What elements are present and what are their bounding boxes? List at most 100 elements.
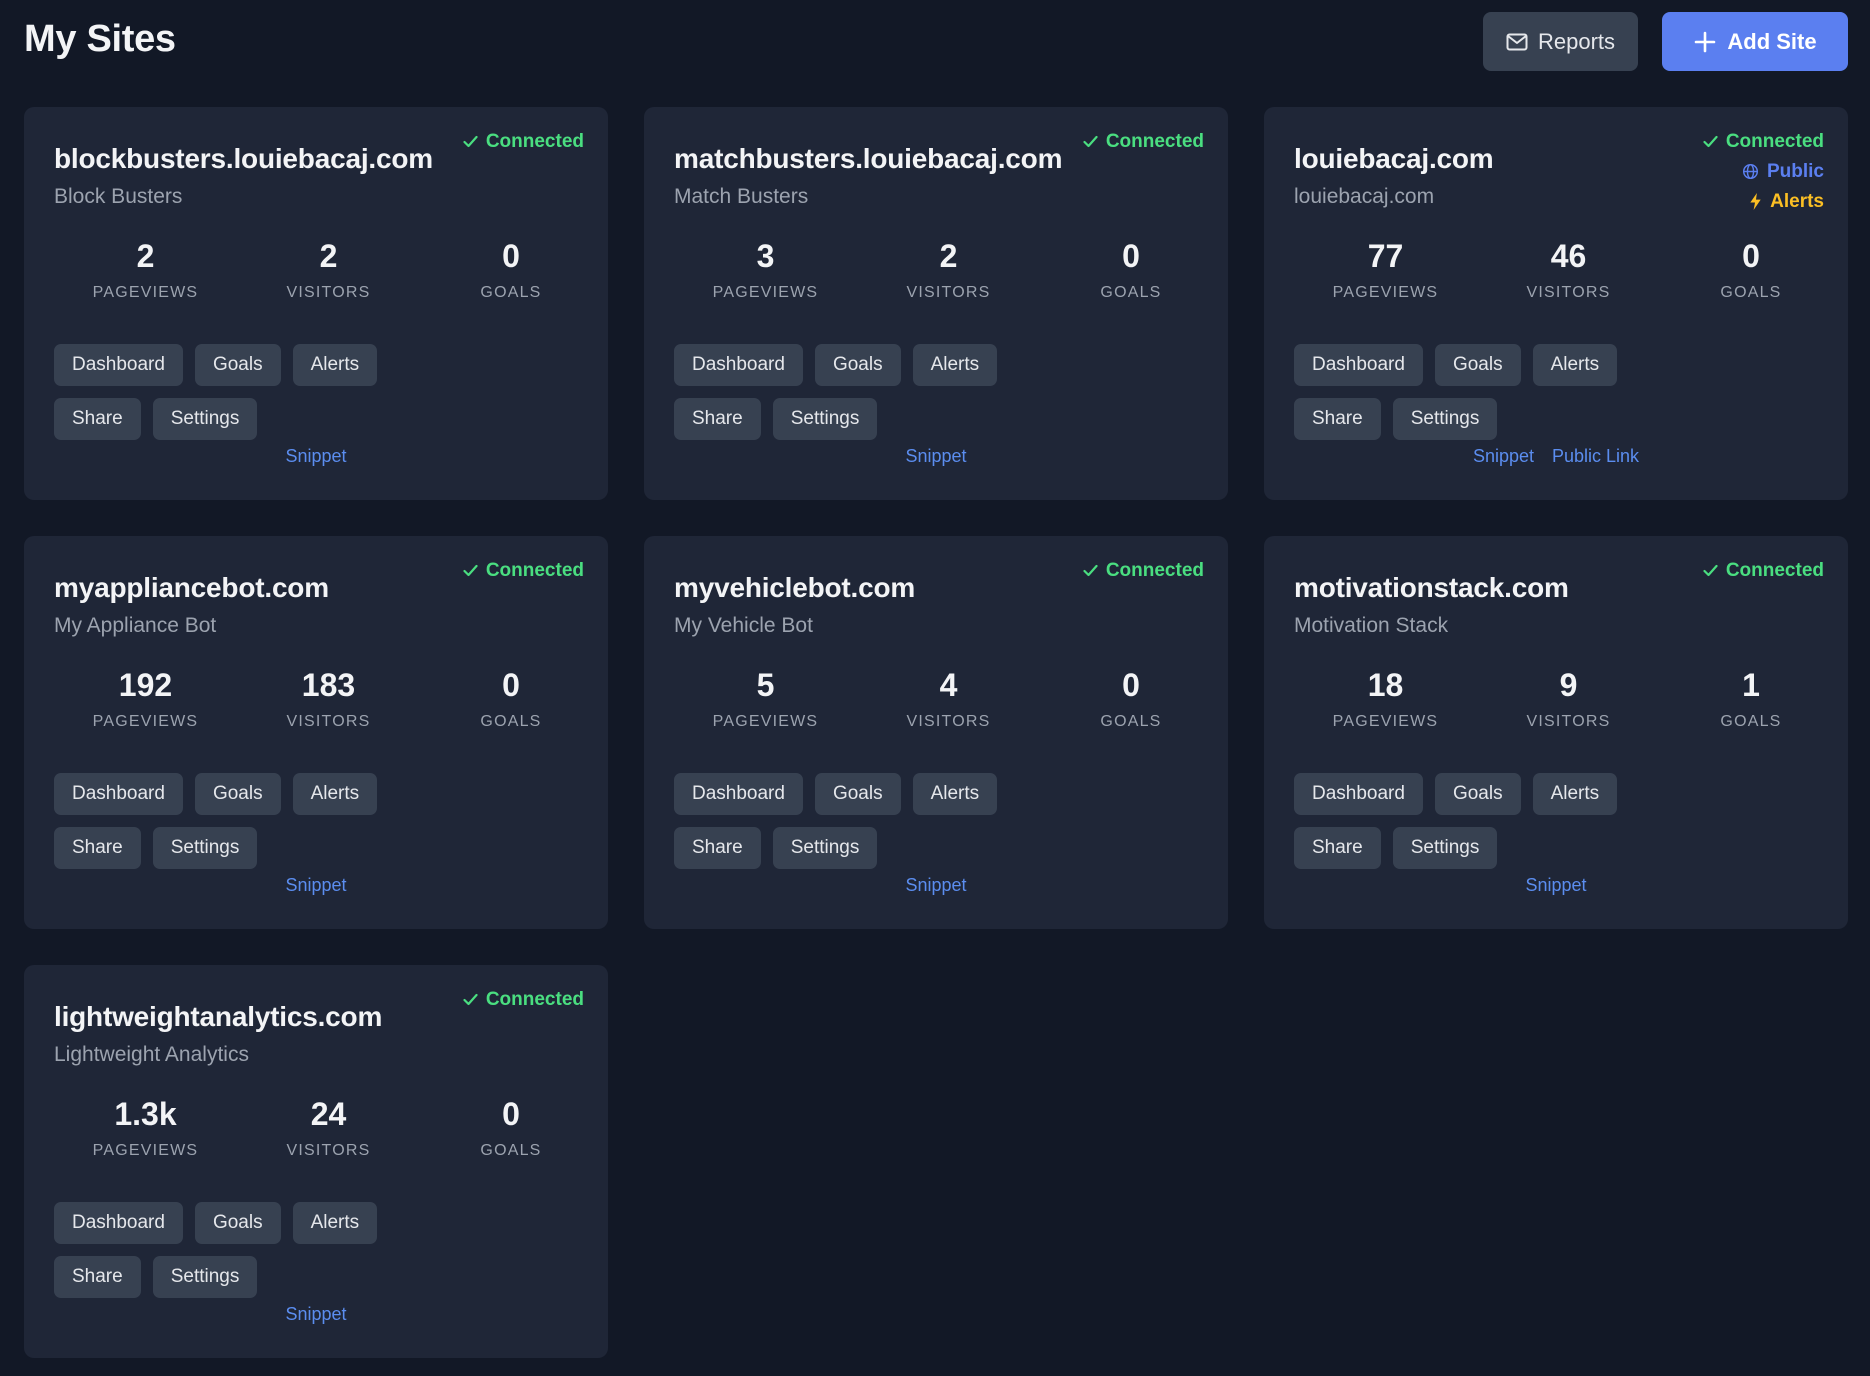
connected-label: Connected xyxy=(485,989,584,1010)
pageviews-value: 2 xyxy=(136,238,155,274)
visitors-value: 183 xyxy=(301,667,356,703)
page-header: My Sites Reports Add Site xyxy=(0,0,1870,106)
share-button[interactable]: Share xyxy=(674,827,761,869)
card-links: Snippet xyxy=(1264,875,1848,896)
stat-pageviews: 77 PAGEVIEWS xyxy=(1294,238,1477,302)
dashboard-button[interactable]: Dashboard xyxy=(1294,773,1423,815)
stat-pageviews: 18 PAGEVIEWS xyxy=(1294,667,1477,731)
stats-row: 192 PAGEVIEWS 183 VISITORS 0 GOALS xyxy=(54,667,602,731)
settings-button[interactable]: Settings xyxy=(152,1256,258,1298)
share-button[interactable]: Share xyxy=(54,1256,141,1298)
goals-value: 0 xyxy=(1122,238,1140,274)
alerts-button[interactable]: Alerts xyxy=(912,773,998,815)
dashboard-button[interactable]: Dashboard xyxy=(674,773,803,815)
page-title: My Sites xyxy=(24,18,176,60)
alerts-button[interactable]: Alerts xyxy=(292,773,378,815)
stat-visitors: 4 VISITORS xyxy=(857,667,1040,731)
alerts-button[interactable]: Alerts xyxy=(1532,773,1618,815)
goals-label: GOALS xyxy=(480,713,542,730)
public-link[interactable]: Public Link xyxy=(1552,446,1639,467)
status-list: Connected Public Alerts xyxy=(1703,131,1824,212)
stat-goals: 0 GOALS xyxy=(1660,238,1842,302)
goals-button[interactable]: Goals xyxy=(814,344,901,386)
dashboard-button[interactable]: Dashboard xyxy=(54,773,183,815)
pageviews-value: 5 xyxy=(756,667,775,703)
visitors-value: 4 xyxy=(939,667,958,703)
stat-pageviews: 3 PAGEVIEWS xyxy=(674,238,857,302)
add-site-button[interactable]: Add Site xyxy=(1662,12,1848,71)
action-buttons: Dashboard Goals Alerts Share Settings xyxy=(1294,344,1714,440)
site-domain: blockbusters.louiebacaj.com xyxy=(54,143,433,174)
stat-pageviews: 2 PAGEVIEWS xyxy=(54,238,237,302)
alerts-button[interactable]: Alerts xyxy=(912,344,998,386)
site-domain: matchbusters.louiebacaj.com xyxy=(674,143,1063,174)
alerts-button[interactable]: Alerts xyxy=(1532,344,1618,386)
settings-button[interactable]: Settings xyxy=(152,398,258,440)
check-icon xyxy=(1083,564,1098,577)
pageviews-value: 18 xyxy=(1367,667,1404,703)
site-card-blockbusters-louiebacaj-com: blockbusters.louiebacaj.com Block Buster… xyxy=(24,107,608,500)
connected-label: Connected xyxy=(485,560,584,581)
goals-button[interactable]: Goals xyxy=(194,344,281,386)
settings-button[interactable]: Settings xyxy=(1392,827,1498,869)
share-button[interactable]: Share xyxy=(1294,827,1381,869)
stat-visitors: 2 VISITORS xyxy=(237,238,420,302)
settings-button[interactable]: Settings xyxy=(772,398,878,440)
snippet-link[interactable]: Snippet xyxy=(905,446,966,467)
check-icon xyxy=(463,993,478,1006)
snippet-link[interactable]: Snippet xyxy=(285,875,346,896)
card-links: Snippet xyxy=(644,446,1228,467)
pageviews-label: PAGEVIEWS xyxy=(1332,284,1439,301)
dashboard-button[interactable]: Dashboard xyxy=(54,1202,183,1244)
goals-label: GOALS xyxy=(1100,713,1162,730)
goals-label: GOALS xyxy=(1720,284,1782,301)
visitors-value: 46 xyxy=(1550,238,1587,274)
site-card-louiebacaj-com: louiebacaj.com louiebacaj.com Connected xyxy=(1264,107,1848,500)
status-list: Connected xyxy=(1083,560,1204,581)
mail-icon xyxy=(1506,33,1528,51)
action-buttons: Dashboard Goals Alerts Share Settings xyxy=(54,773,474,869)
goals-button[interactable]: Goals xyxy=(194,773,281,815)
goals-value: 0 xyxy=(502,1096,520,1132)
action-buttons: Dashboard Goals Alerts Share Settings xyxy=(54,344,474,440)
alerts-status: Alerts xyxy=(1749,191,1824,212)
dashboard-button[interactable]: Dashboard xyxy=(674,344,803,386)
goals-button[interactable]: Goals xyxy=(814,773,901,815)
status-list: Connected xyxy=(1083,131,1204,152)
snippet-link[interactable]: Snippet xyxy=(1525,875,1586,896)
pageviews-label: PAGEVIEWS xyxy=(92,713,199,730)
stat-visitors: 9 VISITORS xyxy=(1477,667,1660,731)
snippet-link[interactable]: Snippet xyxy=(285,1304,346,1325)
dashboard-button[interactable]: Dashboard xyxy=(1294,344,1423,386)
site-domain: louiebacaj.com xyxy=(1294,143,1494,174)
site-domain: myvehiclebot.com xyxy=(674,572,916,603)
visitors-value: 9 xyxy=(1559,667,1578,703)
goals-button[interactable]: Goals xyxy=(1434,344,1521,386)
alerts-button[interactable]: Alerts xyxy=(292,1202,378,1244)
public-status: Public xyxy=(1742,161,1824,182)
snippet-link[interactable]: Snippet xyxy=(905,875,966,896)
stat-goals: 1 GOALS xyxy=(1660,667,1842,731)
stat-pageviews: 5 PAGEVIEWS xyxy=(674,667,857,731)
snippet-link[interactable]: Snippet xyxy=(1473,446,1534,467)
pageviews-label: PAGEVIEWS xyxy=(1332,713,1439,730)
connected-status: Connected xyxy=(1703,560,1824,581)
stat-visitors: 183 VISITORS xyxy=(237,667,420,731)
dashboard-button[interactable]: Dashboard xyxy=(54,344,183,386)
settings-button[interactable]: Settings xyxy=(152,827,258,869)
snippet-link[interactable]: Snippet xyxy=(285,446,346,467)
settings-button[interactable]: Settings xyxy=(772,827,878,869)
reports-button[interactable]: Reports xyxy=(1483,12,1638,71)
share-button[interactable]: Share xyxy=(54,398,141,440)
alerts-button[interactable]: Alerts xyxy=(292,344,378,386)
action-buttons: Dashboard Goals Alerts Share Settings xyxy=(54,1202,474,1298)
goals-button[interactable]: Goals xyxy=(1434,773,1521,815)
visitors-label: VISITORS xyxy=(1526,284,1611,301)
connected-status: Connected xyxy=(1703,131,1824,152)
share-button[interactable]: Share xyxy=(54,827,141,869)
pageviews-value: 1.3k xyxy=(114,1096,177,1132)
share-button[interactable]: Share xyxy=(1294,398,1381,440)
settings-button[interactable]: Settings xyxy=(1392,398,1498,440)
goals-button[interactable]: Goals xyxy=(194,1202,281,1244)
share-button[interactable]: Share xyxy=(674,398,761,440)
